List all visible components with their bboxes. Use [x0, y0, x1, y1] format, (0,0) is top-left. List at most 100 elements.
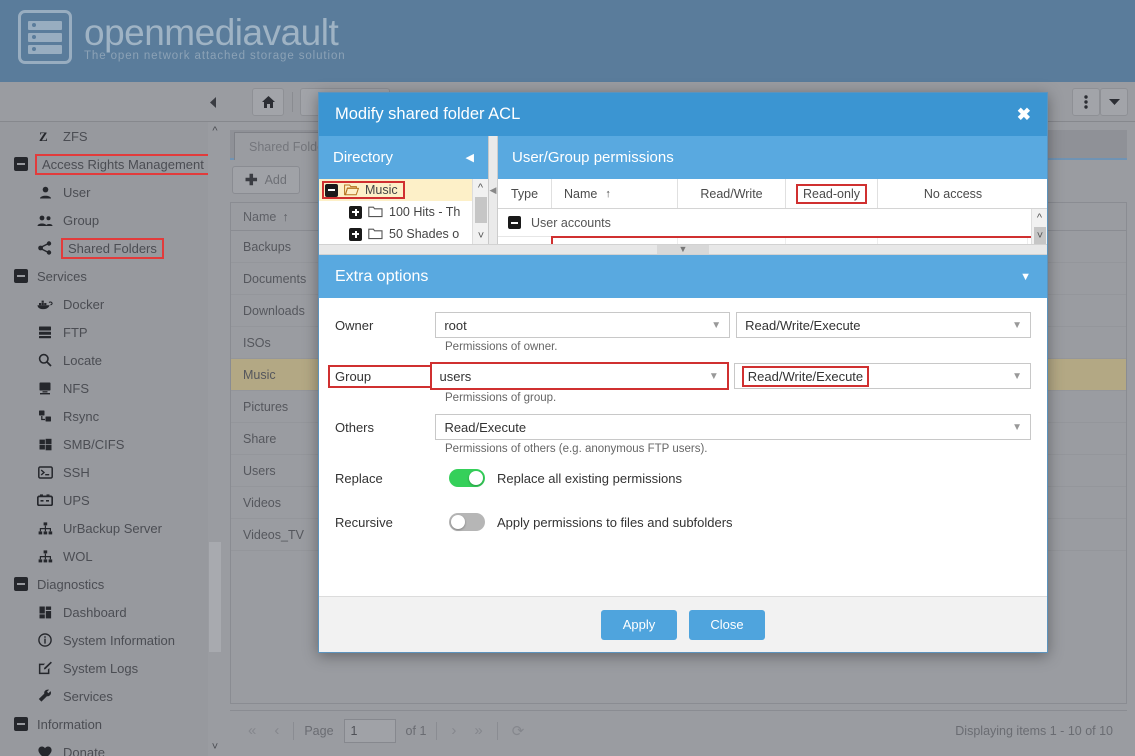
expand-node-icon[interactable]	[349, 206, 362, 219]
column-type[interactable]: Type	[498, 179, 552, 208]
owner-label: Owner	[329, 318, 435, 333]
add-button[interactable]: ✚ Add	[232, 166, 300, 194]
terminal-icon	[34, 466, 56, 479]
recursive-description: Apply permissions to files and subfolder…	[497, 515, 733, 530]
plus-icon: ✚	[245, 171, 258, 189]
group-permission-select[interactable]: Read/Write/Execute ▼	[734, 363, 1031, 389]
sidebar-scroll-thumb[interactable]	[209, 542, 221, 652]
chevron-down-icon[interactable]: ˅	[473, 227, 488, 244]
replace-label: Replace	[329, 471, 439, 486]
sidebar-item-system-information[interactable]: System Information	[0, 626, 222, 654]
sidebar-item-user[interactable]: User	[0, 178, 222, 206]
sidebar-item-rsync[interactable]: Rsync	[0, 402, 222, 430]
chevron-down-icon[interactable]: ˅	[1032, 227, 1047, 244]
collapse-node-icon[interactable]	[325, 184, 338, 197]
sidebar-item-services[interactable]: Services	[0, 262, 222, 290]
kebab-menu-icon[interactable]	[1072, 88, 1100, 116]
sidebar-item-dashboard[interactable]: Dashboard	[0, 598, 222, 626]
horizontal-split-handle[interactable]: ▼	[319, 244, 1047, 255]
sidebar-collapse-icon[interactable]	[200, 88, 226, 116]
split-handle[interactable]: ◀	[489, 136, 498, 244]
close-icon[interactable]: ✖	[1017, 105, 1031, 125]
replace-toggle[interactable]	[449, 469, 485, 487]
permissions-scrollbar[interactable]: ^ ˅	[1031, 209, 1047, 244]
directory-pane: Directory ◀ Music100 Hits - Th50 Shades …	[319, 136, 489, 244]
chevron-up-icon[interactable]: ^	[208, 122, 222, 140]
column-read-write[interactable]: Read/Write	[678, 179, 786, 208]
permissions-group-row[interactable]: User accounts	[498, 209, 1047, 237]
sidebar-scrollbar[interactable]: ^ ˅	[208, 122, 222, 756]
apply-button[interactable]: Apply	[601, 610, 677, 640]
column-name[interactable]: Name ↑	[552, 179, 678, 208]
wrench-icon	[34, 689, 56, 703]
chevron-up-icon[interactable]: ^	[1032, 209, 1047, 226]
caret-down-icon[interactable]	[1100, 88, 1128, 116]
sidebar-item-nfs[interactable]: NFS	[0, 374, 222, 402]
user-icon	[34, 186, 56, 199]
share-icon	[34, 241, 56, 255]
page-input[interactable]	[344, 719, 396, 743]
chevron-up-icon[interactable]: ^	[473, 179, 488, 196]
expander-icon[interactable]	[14, 269, 28, 283]
owner-permission-select[interactable]: Read/Write/Execute ▼	[736, 312, 1031, 338]
collapse-left-icon[interactable]: ◀	[466, 151, 474, 164]
collapse-group-icon[interactable]	[508, 216, 521, 229]
heart-icon	[34, 746, 56, 756]
dialog-header: Modify shared folder ACL ✖	[319, 93, 1047, 136]
sidebar-item-system-logs[interactable]: System Logs	[0, 654, 222, 682]
expander-icon[interactable]	[14, 157, 28, 171]
expander-icon[interactable]	[14, 577, 28, 591]
sidebar-item-label: Docker	[63, 297, 104, 312]
directory-scrollbar[interactable]: ^ ˅	[472, 179, 488, 244]
logo-mark-icon	[18, 10, 72, 64]
permission-row[interactable]: backup-r✔	[498, 237, 1047, 244]
tree-node[interactable]: 50 Shades o	[319, 223, 488, 244]
sidebar-item-urbackup-server[interactable]: UrBackup Server	[0, 514, 222, 542]
no-access-checkbox[interactable]	[946, 244, 960, 245]
group-permission-value: Read/Write/Execute	[743, 367, 868, 386]
sidebar-item-group[interactable]: Group	[0, 206, 222, 234]
prev-page-icon[interactable]: ‹	[270, 722, 283, 739]
read-write-checkbox[interactable]	[725, 244, 739, 245]
expand-node-icon[interactable]	[349, 228, 362, 241]
column-header-name[interactable]: Name	[243, 210, 276, 224]
sidebar-item-information[interactable]: Information	[0, 710, 222, 738]
owner-select[interactable]: root ▼	[435, 312, 730, 338]
sidebar-item-locate[interactable]: Locate	[0, 346, 222, 374]
group-select[interactable]: users ▼	[431, 363, 728, 389]
chevron-down-icon[interactable]: ˅	[208, 738, 222, 756]
sidebar-item-services[interactable]: Services	[0, 682, 222, 710]
last-page-icon[interactable]: »	[470, 722, 486, 739]
sidebar-item-shared-folders[interactable]: Shared Folders	[0, 234, 222, 262]
sidebar-item-label: UPS	[63, 493, 90, 508]
sidebar-item-zfs[interactable]: ZZFS	[0, 122, 222, 150]
refresh-icon[interactable]: ⟳	[508, 722, 529, 740]
others-permission-select[interactable]: Read/Execute ▼	[435, 414, 1031, 440]
add-button-label: Add	[265, 173, 287, 187]
sidebar-item-ftp[interactable]: FTP	[0, 318, 222, 346]
sidebar-item-access-rights-management[interactable]: Access Rights Management	[0, 150, 222, 178]
sidebar-item-docker[interactable]: Docker	[0, 290, 222, 318]
sidebar-item-label: System Logs	[63, 661, 138, 676]
chevron-down-icon: ▼	[711, 320, 721, 331]
sidebar-item-donate[interactable]: Donate	[0, 738, 222, 756]
directory-scroll-thumb[interactable]	[475, 197, 487, 223]
sidebar-item-diagnostics[interactable]: Diagnostics	[0, 570, 222, 598]
sidebar-item-wol[interactable]: WOL	[0, 542, 222, 570]
first-page-icon[interactable]: «	[244, 722, 260, 739]
tree-node[interactable]: Music	[319, 179, 488, 201]
close-button[interactable]: Close	[689, 610, 765, 640]
sidebar-item-smb-cifs[interactable]: SMB/CIFS	[0, 430, 222, 458]
caret-down-icon[interactable]: ▼	[1020, 271, 1031, 283]
tree-node[interactable]: 100 Hits - Th	[319, 201, 488, 223]
sidebar-item-ups[interactable]: UPS	[0, 486, 222, 514]
next-page-icon[interactable]: ›	[447, 722, 460, 739]
expander-icon[interactable]	[14, 717, 28, 731]
column-read-only[interactable]: Read-only	[786, 179, 878, 208]
recursive-toggle[interactable]	[449, 513, 485, 531]
extra-options-header[interactable]: Extra options ▼	[319, 255, 1047, 298]
sidebar-item-ssh[interactable]: SSH	[0, 458, 222, 486]
home-button[interactable]	[252, 88, 284, 116]
read-only-checkbox[interactable]: ✔	[825, 244, 839, 245]
column-no-access[interactable]: No access	[878, 179, 1028, 208]
